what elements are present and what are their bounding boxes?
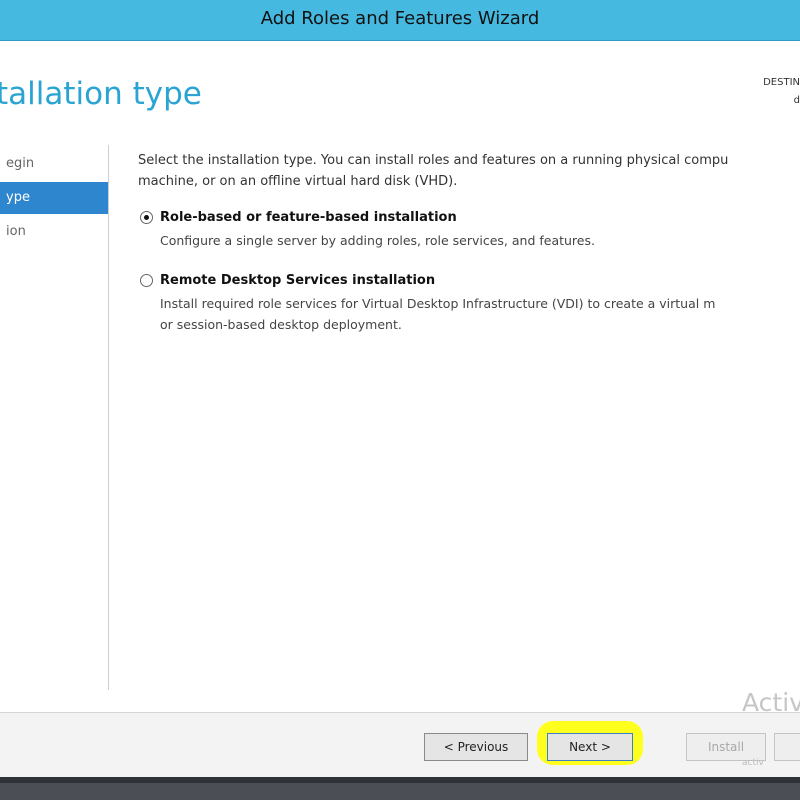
nav-item-before-you-begin[interactable]: egin bbox=[0, 148, 108, 180]
window-bottom-edge bbox=[0, 777, 800, 783]
window-bottom-border bbox=[0, 777, 800, 800]
nav-item-label: ype bbox=[6, 190, 30, 205]
destination-label: DESTIN bbox=[763, 77, 800, 88]
nav-item-label: ion bbox=[6, 224, 26, 239]
nav-item-installation-type[interactable]: ype bbox=[0, 182, 108, 214]
description-line: or session-based desktop deployment. bbox=[160, 317, 402, 332]
role-based-description: Configure a single server by adding role… bbox=[160, 230, 800, 251]
destination-server: DESTIN d bbox=[744, 74, 800, 110]
intro-line: Select the installation type. You can in… bbox=[138, 153, 729, 168]
intro-line: machine, or on an offline virtual hard d… bbox=[138, 174, 458, 189]
remote-desktop-description: Install required role services for Virtu… bbox=[160, 293, 800, 335]
wizard-nav: egin ype ion bbox=[0, 148, 108, 250]
description-line: Install required role services for Virtu… bbox=[160, 296, 716, 311]
role-based-radio[interactable] bbox=[140, 211, 153, 224]
remote-desktop-label[interactable]: Remote Desktop Services installation bbox=[160, 273, 800, 289]
cancel-button bbox=[774, 733, 800, 761]
window-title: Add Roles and Features Wizard bbox=[260, 8, 540, 29]
option-role-based: Role-based or feature-based installation… bbox=[138, 210, 800, 251]
destination-value: d bbox=[793, 95, 800, 106]
main-content: Select the installation type. You can in… bbox=[138, 150, 800, 357]
intro-text: Select the installation type. You can in… bbox=[138, 150, 800, 192]
description-line: Configure a single server by adding role… bbox=[160, 233, 595, 248]
next-button[interactable]: Next > bbox=[547, 733, 633, 761]
previous-button[interactable]: < Previous bbox=[424, 733, 528, 761]
activation-watermark-subtext: activ bbox=[742, 758, 764, 768]
window-titlebar: Add Roles and Features Wizard bbox=[0, 0, 800, 41]
nav-item-label: egin bbox=[6, 156, 35, 171]
install-button: Install bbox=[686, 733, 766, 761]
wizard-footer bbox=[0, 713, 800, 777]
option-remote-desktop: Remote Desktop Services installation Ins… bbox=[138, 273, 800, 335]
nav-item-server-selection[interactable]: ion bbox=[0, 216, 108, 248]
page-title: tallation type bbox=[0, 76, 202, 112]
role-based-label[interactable]: Role-based or feature-based installation bbox=[160, 210, 800, 226]
nav-divider bbox=[108, 145, 109, 690]
remote-desktop-radio[interactable] bbox=[140, 274, 153, 287]
